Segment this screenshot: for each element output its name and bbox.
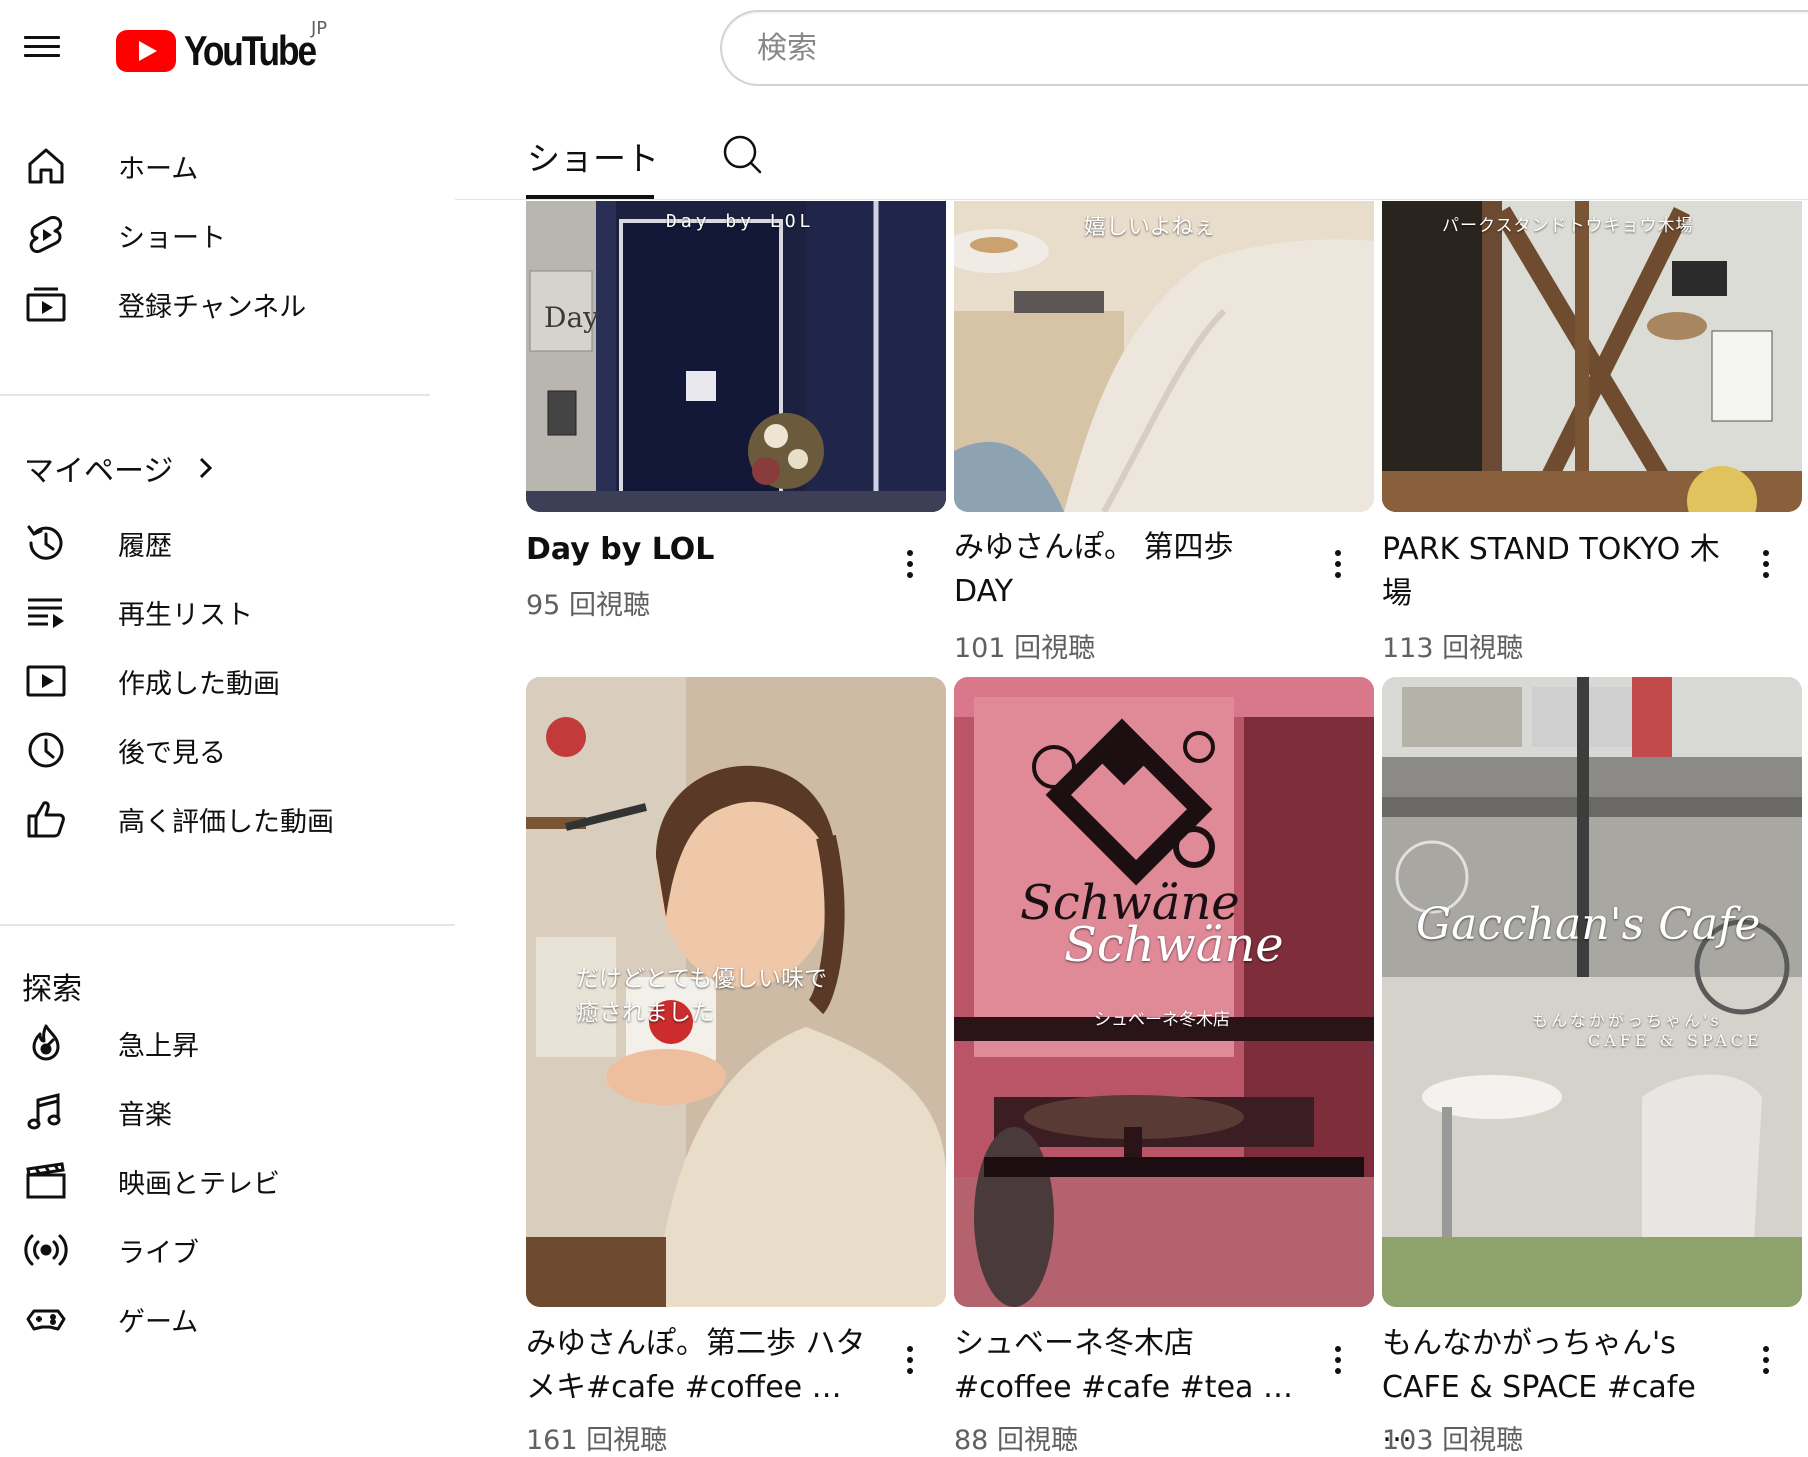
sidebar-item-playlists[interactable]: 再生リスト xyxy=(0,576,440,648)
sidebar-item-gaming[interactable]: ゲーム xyxy=(0,1283,440,1355)
sidebar-item-shorts[interactable]: ショート xyxy=(0,199,440,271)
sidebar-item-label: 後で見る xyxy=(118,737,226,769)
chevron-right-icon xyxy=(199,457,213,479)
search-input[interactable] xyxy=(755,29,1808,67)
youtube-play-icon xyxy=(116,30,176,72)
sidebar-item-live[interactable]: ライブ xyxy=(0,1214,440,1286)
sidebar-item-history[interactable]: 履歴 xyxy=(0,507,440,579)
sidebar-item-subscriptions[interactable]: 登録チャンネル xyxy=(0,268,440,340)
movies-icon xyxy=(26,1162,66,1199)
kebab-icon xyxy=(1763,550,1769,556)
sidebar-item-trending[interactable]: 急上昇 xyxy=(0,1007,440,1079)
video-thumbnail[interactable]: 嬉しいよねぇ xyxy=(954,201,1374,512)
sidebar-item-label: 再生リスト xyxy=(118,599,253,631)
tab-shorts[interactable]: ショート xyxy=(527,132,659,180)
hamburger-icon xyxy=(24,36,60,39)
thumbnail-overlay-text: CAFE & SPACE xyxy=(1588,1031,1763,1050)
thumbnail-sign-text: Day xyxy=(544,301,599,334)
subscriptions-icon xyxy=(26,287,66,322)
sidebar-you-header[interactable]: マイページ xyxy=(0,432,440,504)
video-views: 95 回視聴 xyxy=(526,590,650,621)
search-bar[interactable] xyxy=(720,10,1808,86)
thumbnail-overlay-text: Schwäne xyxy=(1064,917,1284,973)
you-section-title: マイページ xyxy=(24,454,174,489)
kebab-icon xyxy=(1335,1346,1341,1352)
sidebar-item-label: ホーム xyxy=(118,153,199,185)
video-views: 161 回視聴 xyxy=(526,1425,668,1456)
music-icon xyxy=(27,1093,61,1130)
thumbnail-overlay-text: だけどとても優しい味で xyxy=(576,966,828,992)
thumbnail-logo-text: Gacchan's Cafe xyxy=(1416,899,1761,950)
sidebar-divider xyxy=(0,394,430,396)
sidebar-item-label: ライブ xyxy=(118,1237,199,1269)
sidebar-divider xyxy=(0,924,455,926)
shorts-icon xyxy=(29,215,63,254)
sidebar-item-label: 作成した動画 xyxy=(118,668,280,700)
video-thumbnail[interactable]: Gacchan's Cafe もんなかがっちゃん's CAFE & SPACE xyxy=(1382,677,1802,1307)
more-options-button[interactable] xyxy=(898,542,922,586)
thumbnail-overlay-text: 嬉しいよねぇ xyxy=(1084,215,1216,240)
explore-section-title: 探索 xyxy=(22,972,82,1007)
sidebar-item-watch-later[interactable]: 後で見る xyxy=(0,714,440,786)
thumbnail-overlay-text: もんなかがっちゃん's xyxy=(1532,1011,1722,1030)
more-options-button[interactable] xyxy=(898,1338,922,1382)
more-options-button[interactable] xyxy=(1326,542,1350,586)
sidebar-item-your-videos[interactable]: 作成した動画 xyxy=(0,645,440,717)
thumbnail-overlay-text: シュベーネ冬木店 xyxy=(1094,1010,1230,1030)
kebab-icon xyxy=(907,550,913,556)
trending-icon xyxy=(32,1024,60,1061)
menu-button[interactable] xyxy=(22,30,62,70)
sidebar-item-music[interactable]: 音楽 xyxy=(0,1076,440,1148)
kebab-icon xyxy=(907,1346,913,1352)
history-icon xyxy=(27,525,63,560)
sidebar-item-home[interactable]: ホーム xyxy=(0,130,440,202)
thumbnail-overlay-text: Day by LOL xyxy=(666,211,815,232)
video-thumbnail[interactable]: Schwäne Schwäne シュベーネ冬木店 xyxy=(954,677,1374,1307)
more-options-button[interactable] xyxy=(1326,1338,1350,1382)
home-icon xyxy=(28,148,64,184)
your-videos-icon xyxy=(26,665,66,697)
thumbnail-overlay-text: パークスタンドトウキョウ木場 xyxy=(1442,216,1694,236)
video-views: 103 回視聴 xyxy=(1382,1425,1524,1456)
kebab-icon xyxy=(1763,1346,1769,1352)
video-views: 101 回視聴 xyxy=(954,633,1096,664)
sidebar-item-label: 映画とテレビ xyxy=(118,1168,280,1200)
live-icon xyxy=(24,1234,68,1266)
video-thumbnail[interactable]: Day by LOL Day xyxy=(526,201,946,512)
thumbnail-overlay-text: 癒されました xyxy=(576,1000,714,1026)
video-title[interactable]: シュベーネ冬木店 #coffee #cafe #tea … xyxy=(954,1322,1294,1410)
video-title[interactable]: Day by LOL xyxy=(526,528,866,572)
video-title[interactable]: みゆさんぽ。 第四歩 DAY xyxy=(954,526,1294,614)
kebab-icon xyxy=(1335,550,1341,556)
logo-text: YouTube xyxy=(184,27,317,74)
sidebar-item-label: 履歴 xyxy=(118,530,172,562)
video-title[interactable]: PARK STAND TOKYO 木場 xyxy=(1382,528,1722,616)
watch-later-icon xyxy=(28,732,64,768)
tab-bar-border xyxy=(455,199,1808,200)
sidebar-item-movies[interactable]: 映画とテレビ xyxy=(0,1145,440,1217)
search-icon[interactable] xyxy=(720,132,764,176)
sidebar-item-label: 急上昇 xyxy=(118,1030,199,1062)
sidebar-item-label: ゲーム xyxy=(118,1306,199,1338)
sidebar-item-liked-videos[interactable]: 高く評価した動画 xyxy=(0,783,440,855)
video-title[interactable]: みゆさんぽ。第二歩 ハタメキ#cafe #coffee … xyxy=(526,1322,866,1410)
sidebar-item-label: 音楽 xyxy=(118,1099,172,1131)
sidebar-item-label: ショート xyxy=(118,222,226,254)
youtube-logo[interactable]: YouTube xyxy=(116,27,340,74)
sidebar-item-label: 高く評価した動画 xyxy=(118,806,334,838)
more-options-button[interactable] xyxy=(1754,542,1778,586)
liked-icon xyxy=(27,801,65,838)
video-views: 88 回視聴 xyxy=(954,1425,1078,1456)
sidebar-item-label: 登録チャンネル xyxy=(118,291,307,323)
more-options-button[interactable] xyxy=(1754,1338,1778,1382)
playlist-icon xyxy=(28,598,64,628)
region-code: JP xyxy=(311,18,328,39)
video-thumbnail[interactable]: パークスタンドトウキョウ木場 xyxy=(1382,201,1802,512)
gaming-icon xyxy=(26,1309,66,1331)
video-views: 113 回視聴 xyxy=(1382,633,1524,664)
video-thumbnail[interactable]: だけどとても優しい味で 癒されました xyxy=(526,677,946,1307)
